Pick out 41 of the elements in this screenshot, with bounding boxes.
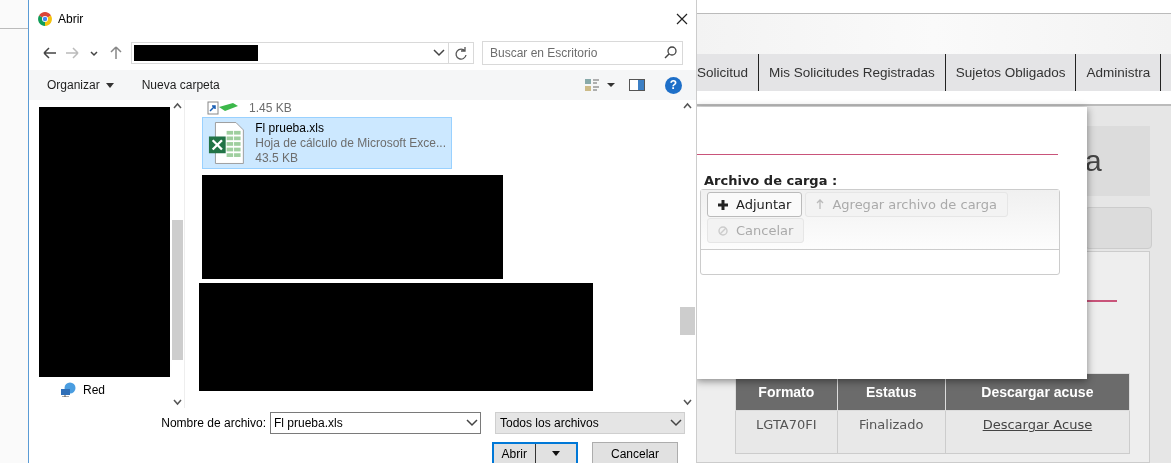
upload-icon <box>816 199 825 210</box>
table-cell: LGTA70FI <box>735 410 838 454</box>
file-name-field[interactable]: Fl prueba.xls <box>270 412 481 434</box>
scroll-thumb[interactable] <box>172 220 183 360</box>
plus-icon <box>718 199 728 210</box>
chrome-icon <box>38 12 52 26</box>
upload-button[interactable]: Adjuntar <box>707 192 803 217</box>
scrollbar[interactable] <box>171 100 184 408</box>
spreadsheet-icon <box>208 120 246 166</box>
file-item[interactable]: 1.45 KB <box>206 100 679 116</box>
nav-tab[interactable]: Administra <box>1076 54 1162 91</box>
cancel-button[interactable]: Cancelar <box>592 442 678 463</box>
file-item[interactable]: Fl prueba.xls Hoja de cálculo de Microsoft Exce... 43.5 KB <box>202 117 452 169</box>
window-title: Abrir <box>58 12 85 26</box>
preview-pane-icon[interactable] <box>629 79 645 91</box>
chevron-icon[interactable] <box>430 47 448 59</box>
help-icon[interactable]: ? <box>665 76 682 94</box>
search-icon <box>664 46 677 59</box>
caret-icon <box>105 82 114 88</box>
search-field[interactable]: Buscar en Escritorio <box>482 41 683 65</box>
nav-tab[interactable]: Sujetos Obligados <box>945 54 1077 91</box>
caret-icon <box>551 451 560 456</box>
page-title: a <box>1085 126 1150 196</box>
ban-icon <box>718 225 728 236</box>
table-cell: Finalizado <box>837 410 946 454</box>
file-type-dropdown[interactable]: Todos los archivos <box>495 412 685 434</box>
field-label: Nombre de archivo: <box>160 416 267 430</box>
view-options-icon[interactable] <box>585 78 615 92</box>
chevron-icon[interactable] <box>464 418 480 428</box>
open-button[interactable]: Abrir <box>492 442 578 463</box>
nav-item[interactable]: Red <box>61 382 171 397</box>
toolbar-button[interactable]: Nueva carpeta <box>135 75 226 95</box>
nav-tab[interactable]: Mis Solicitudes Registradas <box>759 54 946 91</box>
toolbar-button[interactable]: Organizar <box>41 75 120 95</box>
network-icon <box>61 382 77 397</box>
chevron-icon <box>668 418 684 428</box>
close-icon[interactable] <box>676 13 688 25</box>
scroll-thumb[interactable] <box>680 307 695 335</box>
info-panel <box>1085 207 1152 249</box>
field-label: Archivo de carga : <box>704 173 839 188</box>
address-field[interactable] <box>131 42 474 64</box>
